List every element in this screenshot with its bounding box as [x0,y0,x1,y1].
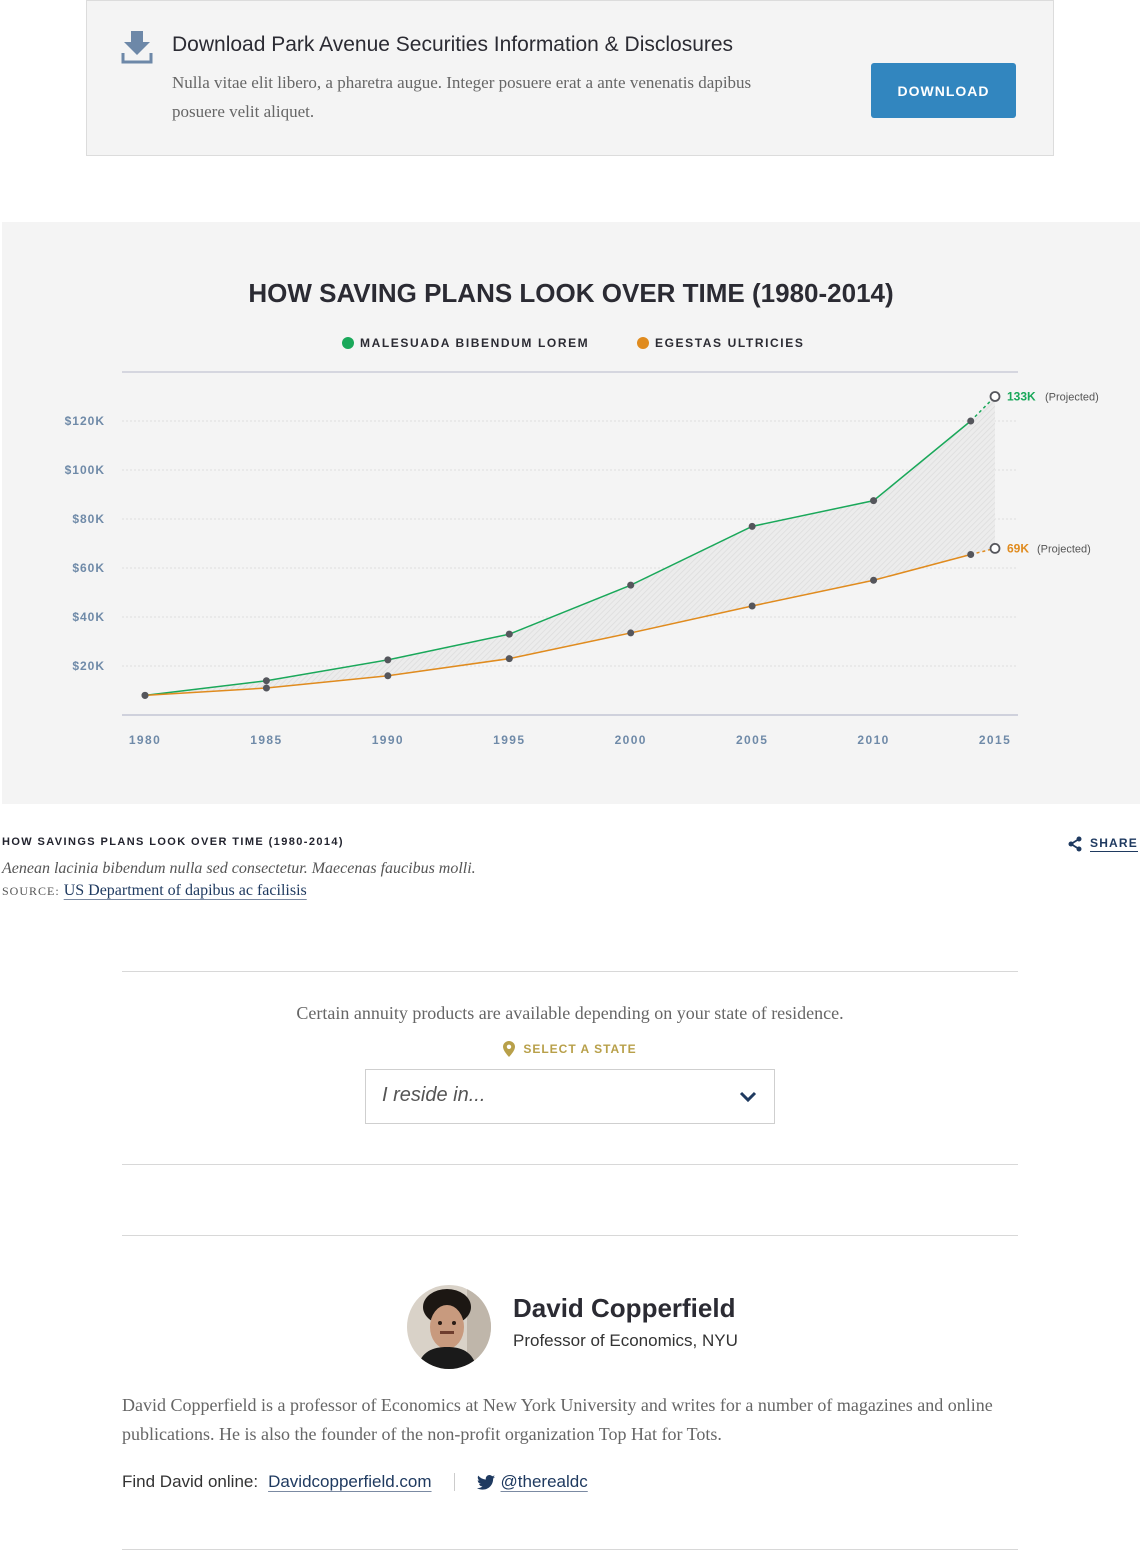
x-tick-label: 1995 [493,733,525,747]
data-point [870,576,878,584]
projected-value: 69K [1007,541,1029,555]
legend-swatch [637,337,649,349]
data-point [967,417,975,425]
state-select[interactable]: I reside in... [365,1069,775,1124]
x-tick-label: 2000 [615,733,647,747]
author-bio: David Copperfield is a professor of Econ… [122,1395,993,1444]
website-link[interactable]: Davidcopperfield.com [268,1472,431,1492]
data-point [141,691,149,699]
series-gap-area [145,396,995,696]
data-point [505,630,513,638]
share-label: SHARE [1089,836,1138,852]
download-button[interactable]: DOWNLOAD [871,63,1016,118]
author-role: Professor of Economics, NYU [513,1331,738,1350]
projected-point [989,391,1001,402]
data-point [262,684,270,692]
avatar [407,1285,491,1369]
x-tick-label: 2005 [736,733,768,747]
y-tick-label: $20K [72,659,105,673]
author-name: David Copperfield [513,1293,736,1323]
y-tick-label: $120K [65,414,105,428]
divider [122,971,1018,972]
download-panel: Download Park Avenue Securities Informat… [86,0,1054,156]
find-label: Find David online: [122,1472,259,1491]
x-tick-label: 1980 [129,733,161,747]
caption-title: HOW SAVINGS PLANS LOOK OVER TIME (1980-2… [2,836,344,848]
x-tick-label: 2010 [857,733,889,747]
legend-swatch [342,337,354,349]
x-tick-label: 1985 [250,733,282,747]
data-point [384,656,392,664]
savings-chart: HOW SAVING PLANS LOOK OVER TIME (1980-20… [2,222,1140,804]
chart-title: HOW SAVING PLANS LOOK OVER TIME (1980-20… [248,278,893,308]
state-note: Certain annuity products are available d… [296,1003,844,1023]
y-tick-label: $80K [72,512,105,526]
y-tick-label: $100K [65,463,105,477]
source-link[interactable]: US Department of dapibus ac facilisis [64,882,307,899]
data-point [748,522,756,530]
data-point [262,677,270,685]
data-point [748,602,756,610]
x-tick-label: 2015 [979,733,1011,747]
select-state-text: SELECT A STATE [523,1042,637,1056]
select-state-label: SELECT A STATE [0,1041,1140,1057]
twitter-link[interactable]: @therealdc [501,1472,588,1492]
projected-note: (Projected) [1045,392,1099,404]
source-label: SOURCE: [2,884,60,898]
map-pin-icon [503,1041,516,1057]
link-separator [453,1473,455,1491]
chevron-down-icon [739,1091,757,1103]
legend-label: EGESTAS ULTRICIES [655,336,804,350]
data-point [384,672,392,680]
legend-label: MALESUADA BIBENDUM LOREM [360,336,589,350]
y-tick-label: $60K [72,561,105,575]
chart-svg: HOW SAVING PLANS LOOK OVER TIME (1980-20… [65,278,1099,747]
data-point [870,497,878,505]
divider [122,1235,1018,1236]
data-point [627,581,635,589]
share-icon [1068,836,1082,852]
find-online: Find David online: Davidcopperfield.com … [122,1472,588,1492]
data-point [627,629,635,637]
caption-description: Aenean lacinia bibendum nulla sed consec… [2,860,476,877]
download-icon [121,31,153,64]
download-description: Nulla vitae elit libero, a pharetra augu… [172,73,752,121]
data-point [967,551,975,559]
state-placeholder: I reside in... [382,1084,486,1106]
x-tick-label: 1990 [372,733,404,747]
y-tick-label: $40K [72,610,105,624]
divider [122,1164,1018,1165]
download-title: Download Park Avenue Securities Informat… [172,33,734,56]
caption-source: SOURCE: US Department of dapibus ac faci… [2,882,307,900]
projected-value: 133K [1007,390,1036,404]
projected-point [989,542,1001,554]
twitter-icon[interactable] [476,1474,495,1490]
share-button[interactable]: SHARE [1068,836,1138,852]
projected-note: (Projected) [1037,543,1091,555]
data-point [505,655,513,663]
